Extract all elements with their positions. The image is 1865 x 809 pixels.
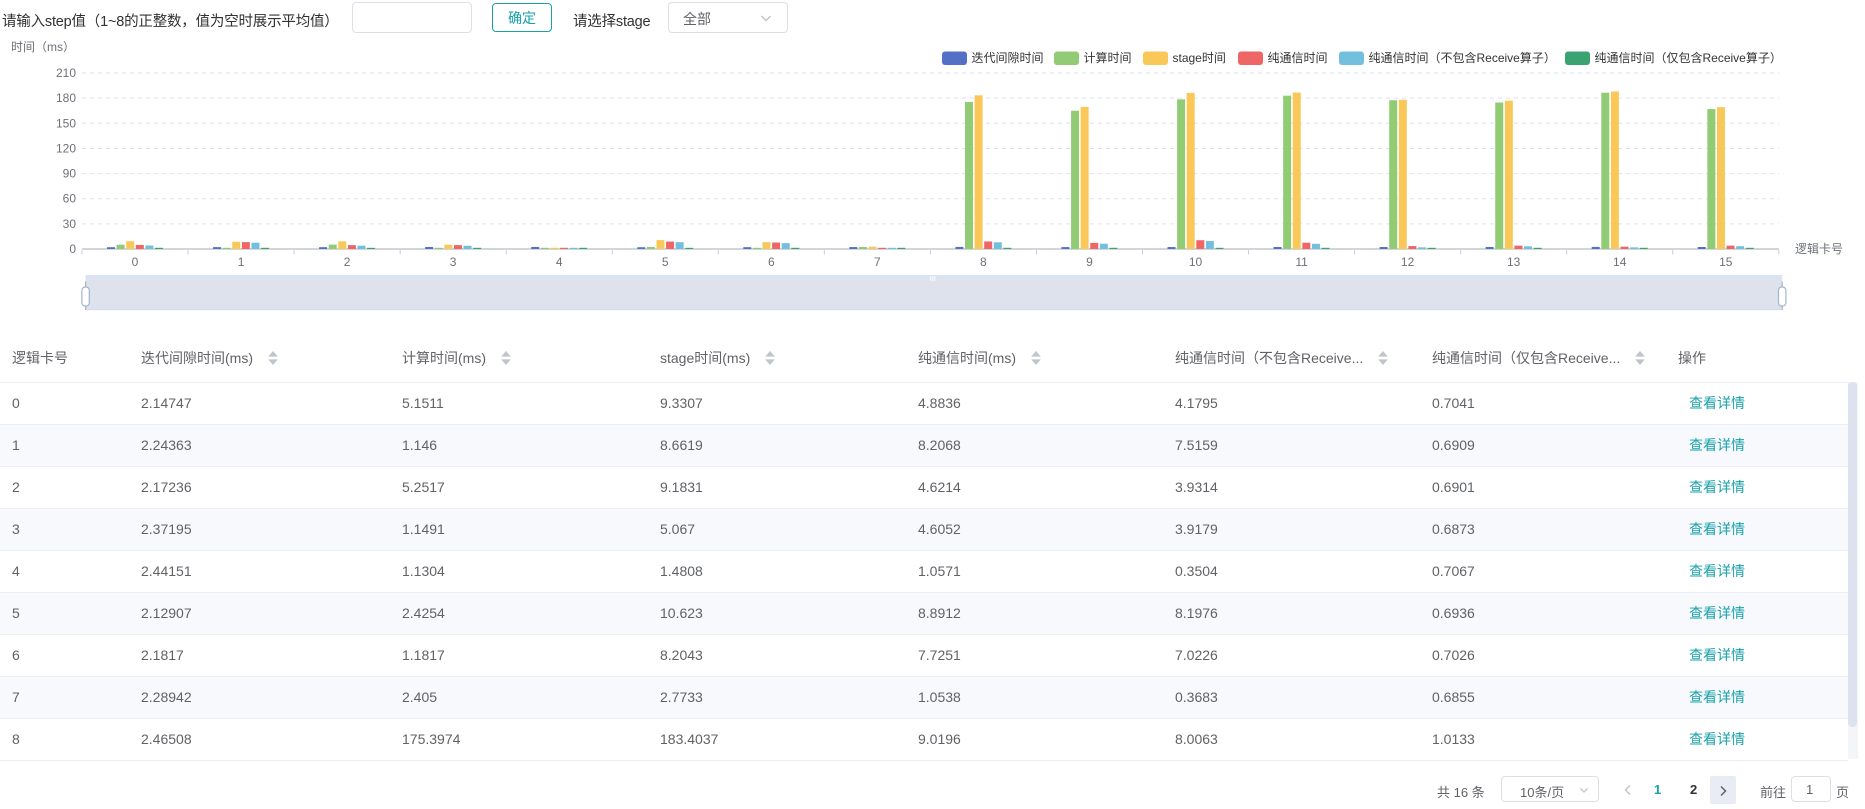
svg-text:逻辑卡号: 逻辑卡号 bbox=[1795, 242, 1843, 256]
svg-text:6: 6 bbox=[768, 255, 775, 269]
svg-text:2: 2 bbox=[344, 255, 351, 269]
svg-text:1: 1 bbox=[238, 255, 245, 269]
svg-text:14: 14 bbox=[1613, 255, 1627, 269]
svg-text:4: 4 bbox=[556, 255, 563, 269]
svg-text:150: 150 bbox=[56, 116, 76, 130]
svg-text:迭代间隙时间: 迭代间隙时间 bbox=[972, 51, 1044, 65]
svg-text:10: 10 bbox=[1189, 255, 1203, 269]
svg-text:120: 120 bbox=[56, 141, 76, 155]
svg-text:15: 15 bbox=[1719, 255, 1733, 269]
svg-text:计算时间: 计算时间 bbox=[1084, 50, 1132, 65]
svg-text:180: 180 bbox=[56, 91, 76, 105]
svg-text:stage时间: stage时间 bbox=[1173, 51, 1226, 65]
svg-text:纯通信时间（仅包含Receive算子）: 纯通信时间（仅包含Receive算子） bbox=[1595, 50, 1782, 65]
svg-text:13: 13 bbox=[1507, 255, 1521, 269]
svg-text:90: 90 bbox=[63, 167, 77, 181]
svg-text:时间（ms）: 时间（ms） bbox=[11, 40, 75, 54]
svg-text:9: 9 bbox=[1086, 255, 1093, 269]
svg-text:0: 0 bbox=[69, 242, 76, 256]
svg-text:纯通信时间: 纯通信时间 bbox=[1268, 51, 1328, 65]
svg-text:7: 7 bbox=[874, 255, 881, 269]
svg-text:纯通信时间（不包含Receive算子）: 纯通信时间（不包含Receive算子） bbox=[1369, 50, 1556, 65]
svg-text:0: 0 bbox=[132, 255, 139, 269]
svg-text:5: 5 bbox=[662, 255, 669, 269]
svg-text:60: 60 bbox=[63, 192, 77, 206]
svg-text:3: 3 bbox=[450, 255, 457, 269]
svg-text:210: 210 bbox=[56, 66, 76, 80]
svg-text:11: 11 bbox=[1295, 255, 1308, 269]
svg-text:8: 8 bbox=[980, 255, 987, 269]
svg-text:30: 30 bbox=[63, 217, 77, 231]
svg-text:12: 12 bbox=[1401, 255, 1415, 269]
